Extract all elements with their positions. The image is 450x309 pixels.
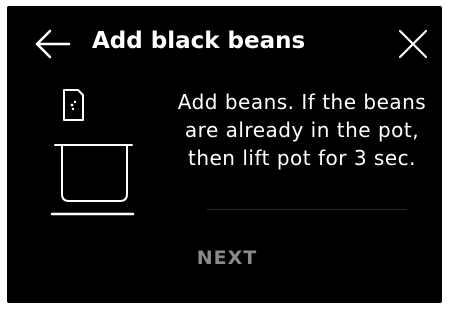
page-title: Add black beans bbox=[92, 28, 306, 54]
arrow-left-icon bbox=[35, 29, 71, 59]
header: Add black beans bbox=[7, 6, 442, 78]
next-button[interactable]: NEXT bbox=[187, 243, 267, 273]
back-button[interactable] bbox=[33, 24, 73, 64]
step-instruction: Add beans. If the beans are already in t… bbox=[177, 90, 427, 170]
close-icon bbox=[398, 29, 428, 59]
ingredient-into-pot-illustration bbox=[47, 86, 137, 226]
screen: Add black beans Add beans. If the beans … bbox=[7, 6, 442, 303]
ingredient-into-pot-icon bbox=[50, 89, 135, 216]
divider bbox=[207, 209, 407, 210]
close-button[interactable] bbox=[395, 26, 431, 62]
